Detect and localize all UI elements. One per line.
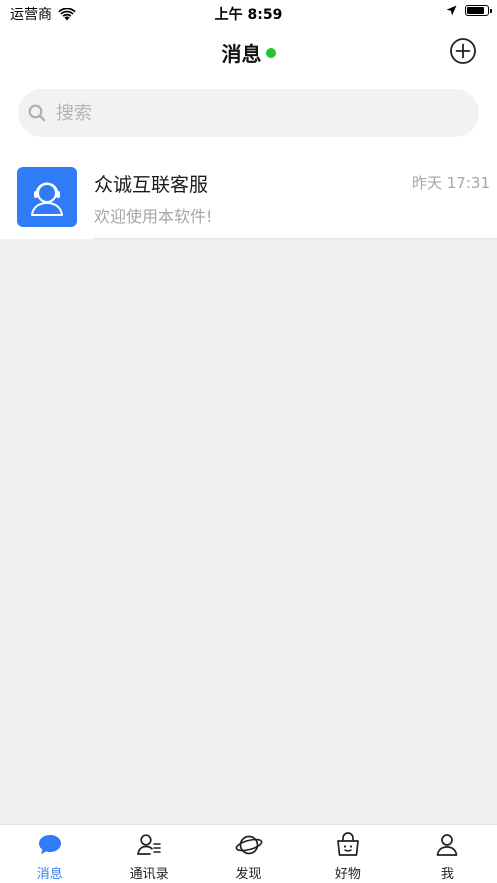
status-indicators: [446, 5, 492, 16]
person-icon: [436, 834, 458, 856]
battery-level: [467, 7, 485, 14]
tab-contacts[interactable]: 通讯录: [99, 825, 198, 883]
tab-discover[interactable]: 发现: [199, 825, 298, 883]
location-arrow-icon: [446, 5, 457, 16]
tab-messages[interactable]: 消息: [0, 825, 99, 883]
tab-bar: 消息 通讯录 发现 好物 我: [0, 824, 497, 883]
contacts-icon: [137, 834, 161, 855]
tab-goods[interactable]: 好物: [298, 825, 397, 883]
conversation-list: 众诚互联客服 昨天 17:31 欢迎使用本软件!: [0, 152, 497, 239]
tab-me[interactable]: 我: [398, 825, 497, 883]
page-title-group: 消息: [0, 38, 497, 67]
conversation-item[interactable]: 众诚互联客服 昨天 17:31 欢迎使用本软件!: [0, 152, 497, 239]
planet-icon: [235, 835, 262, 855]
tab-label: 好物: [334, 867, 361, 882]
chat-bubble-icon: [38, 835, 61, 855]
tab-label: 发现: [235, 867, 262, 882]
tab-label: 消息: [36, 867, 63, 882]
customer-service-icon: [31, 182, 63, 216]
plus-circle-icon: [450, 38, 476, 64]
status-time: 上午 8:59: [214, 7, 283, 23]
search-box[interactable]: [18, 89, 479, 137]
battery-icon: [465, 5, 492, 16]
search-bar-container: [0, 78, 497, 152]
tab-label: 我: [440, 867, 454, 882]
messages-screen: 运营商 上午 8:59 消息 搜索 众诚互联客服 昨天 17:31 欢迎使用本软…: [0, 0, 497, 883]
shopping-basket-icon: [337, 832, 359, 856]
page-title: 消息: [221, 42, 262, 66]
nav-header: 消息: [0, 26, 497, 78]
conversation-name: 众诚互联客服: [94, 174, 209, 196]
divider: [94, 238, 497, 239]
status-bar: 运营商 上午 8:59: [0, 0, 497, 26]
search-input[interactable]: [54, 101, 438, 125]
avatar: [17, 167, 77, 227]
conversation-preview: 欢迎使用本软件!: [94, 207, 213, 226]
online-status-dot: [265, 48, 276, 58]
conversation-time: 昨天 17:31: [412, 174, 490, 192]
search-icon: [28, 104, 46, 122]
add-button[interactable]: [449, 37, 477, 65]
tab-label: 通讯录: [129, 867, 169, 882]
